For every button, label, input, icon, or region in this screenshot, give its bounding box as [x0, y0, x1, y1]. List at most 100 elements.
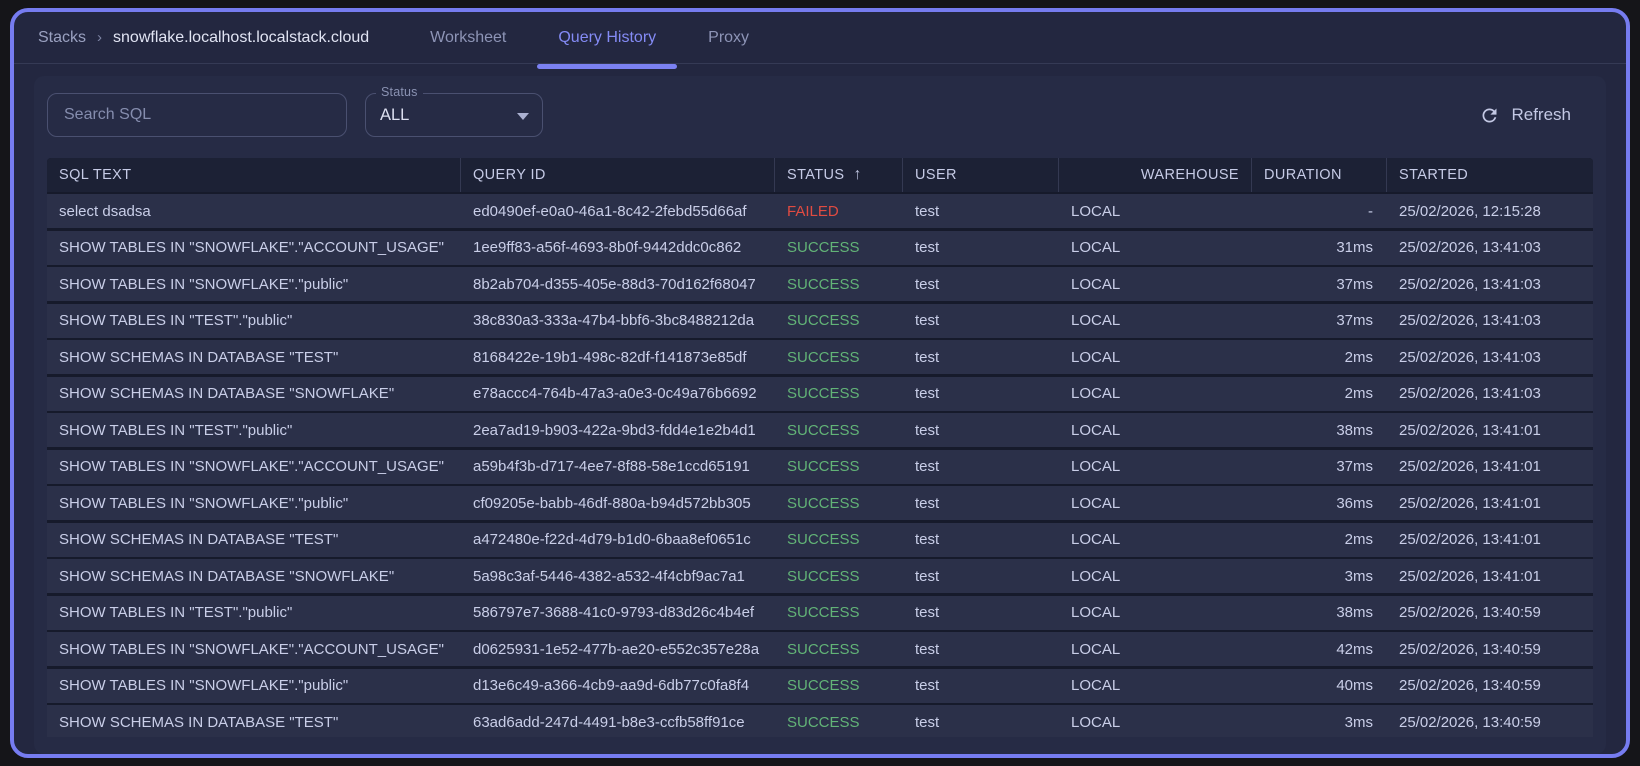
breadcrumb-stacks-link[interactable]: Stacks	[38, 29, 86, 47]
column-header[interactable]: USER	[903, 158, 1059, 192]
cell-query-id: ed0490ef-e0a0-46a1-8c42-2febd55d66af	[473, 202, 747, 220]
cell-status: SUCCESS	[787, 494, 860, 512]
cell-query-id: d0625931-1e52-477b-ae20-e552c357e28a	[473, 640, 760, 658]
cell-user: test	[915, 312, 940, 329]
cell-warehouse: LOCAL	[1071, 348, 1121, 366]
cell-status: SUCCESS	[787, 312, 860, 329]
cell-query-id: d13e6c49-a366-4cb9-aa9d-6db77c0fa8f4	[473, 677, 750, 694]
cell-sql-text: SHOW SCHEMAS IN DATABASE "TEST"	[59, 531, 339, 548]
cell-duration: 2ms	[1344, 385, 1373, 402]
cell-warehouse: LOCAL	[1071, 385, 1121, 402]
cell-warehouse: LOCAL	[1071, 604, 1121, 621]
column-header[interactable]: SQL TEXT	[47, 158, 461, 192]
cell-user: test	[915, 421, 940, 439]
column-header[interactable]: WAREHOUSE	[1059, 158, 1252, 192]
cell-duration: 42ms	[1336, 640, 1373, 658]
cell-status: SUCCESS	[787, 640, 860, 658]
table-row[interactable]: SHOW TABLES IN "SNOWFLAKE"."public" cf09…	[47, 486, 1593, 520]
chevron-down-icon	[517, 113, 529, 120]
status-select-label: Status	[376, 85, 423, 99]
cell-duration: 3ms	[1344, 713, 1373, 731]
cell-duration: -	[1368, 202, 1373, 220]
tab-bar: Worksheet Query History Proxy	[415, 12, 764, 69]
cell-sql-text: select dsadsa	[59, 202, 151, 220]
cell-user: test	[915, 604, 940, 621]
cell-duration: 2ms	[1344, 348, 1373, 366]
table-row[interactable]: SHOW SCHEMAS IN DATABASE "TEST" a472480e…	[47, 522, 1593, 557]
cell-user: test	[915, 385, 940, 402]
column-header-label: QUERY ID	[473, 167, 546, 183]
cell-started: 25/02/2026, 13:40:59	[1399, 713, 1541, 731]
cell-started: 25/02/2026, 13:41:01	[1399, 458, 1541, 475]
cell-user: test	[915, 567, 940, 585]
table-row[interactable]: SHOW TABLES IN "SNOWFLAKE"."public" d13e…	[47, 668, 1593, 703]
column-header-label: USER	[915, 167, 957, 183]
cell-user: test	[915, 239, 940, 256]
table-row[interactable]: SHOW TABLES IN "SNOWFLAKE"."ACCOUNT_USAG…	[47, 230, 1593, 265]
cell-query-id: 5a98c3af-5446-4382-a532-4f4cbf9ac7a1	[473, 567, 745, 585]
cell-user: test	[915, 348, 940, 366]
tab[interactable]: Worksheet	[415, 12, 521, 64]
table-header-row: SQL TEXT QUERY ID STATUS ↑ USER WAREHOUS…	[47, 158, 1593, 192]
status-select[interactable]: Status ALL	[365, 85, 543, 137]
table-row[interactable]: SHOW SCHEMAS IN DATABASE "TEST" 8168422e…	[47, 340, 1593, 374]
tab[interactable]: Query History	[537, 12, 677, 69]
cell-status: FAILED	[787, 202, 839, 220]
refresh-icon	[1482, 108, 1497, 122]
table-body: select dsadsa ed0490ef-e0a0-46a1-8c42-2f…	[47, 194, 1593, 737]
table-row[interactable]: SHOW TABLES IN "SNOWFLAKE"."public" 8b2a…	[47, 267, 1593, 301]
toolbar: Status ALL Refresh	[47, 85, 1593, 137]
table-row[interactable]: SHOW SCHEMAS IN DATABASE "SNOWFLAKE" 5a9…	[47, 559, 1593, 593]
cell-duration: 3ms	[1344, 567, 1373, 585]
cell-sql-text: SHOW SCHEMAS IN DATABASE "TEST"	[59, 348, 339, 366]
tab[interactable]: Proxy	[693, 12, 764, 64]
breadcrumb: Stacks › snowflake.localhost.localstack.…	[38, 29, 369, 47]
cell-user: test	[915, 640, 940, 658]
cell-duration: 37ms	[1336, 275, 1373, 293]
column-header[interactable]: STATUS ↑	[775, 158, 903, 192]
cell-started: 25/02/2026, 13:41:01	[1399, 421, 1541, 439]
cell-sql-text: SHOW TABLES IN "SNOWFLAKE"."ACCOUNT_USAG…	[59, 458, 444, 475]
cell-sql-text: SHOW SCHEMAS IN DATABASE "SNOWFLAKE"	[59, 385, 395, 402]
breadcrumb-current: snowflake.localhost.localstack.cloud	[113, 28, 370, 46]
cell-started: 25/02/2026, 13:41:03	[1399, 275, 1541, 293]
cell-sql-text: SHOW TABLES IN "TEST"."public"	[59, 312, 293, 329]
top-bar: Stacks › snowflake.localhost.localstack.…	[14, 12, 1626, 69]
cell-status: SUCCESS	[787, 385, 860, 402]
cell-started: 25/02/2026, 13:41:03	[1399, 312, 1541, 329]
table-row[interactable]: SHOW SCHEMAS IN DATABASE "TEST" 63ad6add…	[47, 705, 1593, 737]
cell-user: test	[915, 458, 940, 475]
refresh-button[interactable]: Refresh	[1479, 105, 1571, 126]
cell-sql-text: SHOW TABLES IN "SNOWFLAKE"."public"	[59, 494, 349, 512]
cell-warehouse: LOCAL	[1071, 531, 1121, 548]
cell-status: SUCCESS	[787, 604, 860, 621]
cell-sql-text: SHOW SCHEMAS IN DATABASE "TEST"	[59, 713, 339, 731]
table-row[interactable]: SHOW TABLES IN "SNOWFLAKE"."ACCOUNT_USAG…	[47, 632, 1593, 666]
cell-started: 25/02/2026, 13:41:03	[1399, 348, 1541, 366]
cell-duration: 38ms	[1336, 604, 1373, 621]
column-header[interactable]: QUERY ID	[461, 158, 775, 192]
table-row[interactable]: SHOW SCHEMAS IN DATABASE "SNOWFLAKE" e78…	[47, 376, 1593, 411]
query-history-table: SQL TEXT QUERY ID STATUS ↑ USER WAREHOUS…	[47, 158, 1593, 737]
cell-started: 25/02/2026, 13:41:01	[1399, 494, 1541, 512]
cell-status: SUCCESS	[787, 239, 860, 256]
cell-user: test	[915, 275, 940, 293]
search-input[interactable]	[47, 93, 347, 137]
column-header[interactable]: DURATION	[1252, 158, 1387, 192]
cell-duration: 40ms	[1336, 677, 1373, 694]
table-row[interactable]: select dsadsa ed0490ef-e0a0-46a1-8c42-2f…	[47, 194, 1593, 228]
table-row[interactable]: SHOW TABLES IN "TEST"."public" 586797e7-…	[47, 595, 1593, 630]
cell-started: 25/02/2026, 13:40:59	[1399, 604, 1541, 621]
cell-status: SUCCESS	[787, 275, 860, 293]
cell-status: SUCCESS	[787, 531, 860, 548]
column-header[interactable]: STARTED	[1387, 158, 1593, 192]
cell-query-id: cf09205e-babb-46df-880a-b94d572bb305	[473, 494, 751, 512]
table-row[interactable]: SHOW TABLES IN "TEST"."public" 2ea7ad19-…	[47, 413, 1593, 447]
cell-started: 25/02/2026, 13:41:01	[1399, 567, 1541, 585]
cell-status: SUCCESS	[787, 348, 860, 366]
tab-label: Query History	[558, 28, 657, 46]
cell-query-id: 586797e7-3688-41c0-9793-d83d26c4b4ef	[473, 604, 755, 621]
table-row[interactable]: SHOW TABLES IN "TEST"."public" 38c830a3-…	[47, 303, 1593, 338]
table-row[interactable]: SHOW TABLES IN "SNOWFLAKE"."ACCOUNT_USAG…	[47, 449, 1593, 484]
column-header-label: SQL TEXT	[59, 167, 132, 183]
